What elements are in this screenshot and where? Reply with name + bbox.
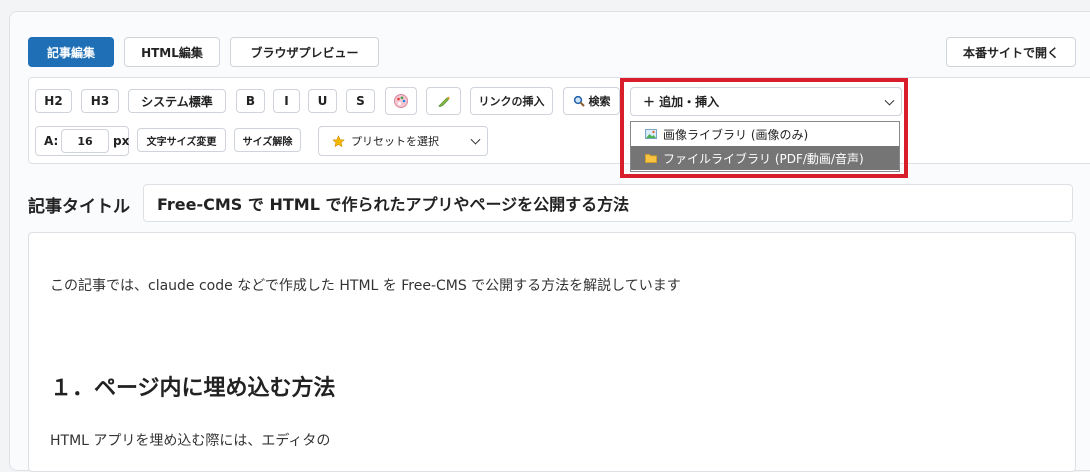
insert-link-button[interactable]: リンクの挿入	[470, 87, 553, 115]
add-insert-select[interactable]: ＋ 追加・挿入	[630, 87, 902, 116]
search-button[interactable]: 検索	[563, 87, 620, 115]
dropdown-item-image-library[interactable]: 画像ライブラリ (画像のみ)	[631, 122, 899, 146]
text-color-button[interactable]	[385, 87, 417, 115]
add-insert-dropdown: 画像ライブラリ (画像のみ) ファイルライブラリ (PDF/動画/音声)	[630, 121, 900, 172]
h2-button[interactable]: H2	[35, 89, 72, 113]
dropdown-item-label: 画像ライブラリ (画像のみ)	[663, 127, 809, 142]
chevron-down-icon	[884, 95, 895, 106]
folder-icon	[645, 154, 657, 163]
dropdown-item-file-library[interactable]: ファイルライブラリ (PDF/動画/音声)	[631, 146, 899, 170]
preset-select[interactable]: プリセットを選択	[318, 126, 488, 156]
palette-icon	[394, 94, 408, 108]
highlight-button[interactable]	[426, 87, 461, 115]
change-font-size-button[interactable]: 文字サイズ変更	[137, 128, 226, 152]
title-input[interactable]: Free-CMS で HTML で作られたアプリやページを公開する方法	[143, 184, 1073, 222]
pen-icon	[437, 96, 450, 107]
underline-button[interactable]: U	[308, 89, 337, 113]
browser-preview-tab[interactable]: ブラウザプレビュー	[230, 37, 379, 67]
strikethrough-button[interactable]: S	[346, 89, 375, 113]
article-edit-tab[interactable]: 記事編集	[28, 37, 114, 67]
chevron-down-icon	[470, 134, 481, 145]
content-editor[interactable]: この記事では、claude code などで作成した HTML を Free-C…	[28, 232, 1076, 472]
dropdown-item-label: ファイルライブラリ (PDF/動画/音声)	[663, 151, 864, 166]
font-family-button[interactable]: システム標準	[128, 89, 226, 113]
search-icon	[573, 95, 585, 107]
italic-button[interactable]: I	[273, 89, 300, 113]
preset-select-label: プリセットを選択	[351, 135, 439, 148]
title-label: 記事タイトル	[28, 197, 130, 217]
bold-button[interactable]: B	[236, 89, 265, 113]
paragraph: この記事では、claude code などで作成した HTML を Free-C…	[50, 278, 681, 294]
paragraph: HTML アプリを埋め込む際には、エディタの	[50, 433, 331, 449]
section-heading: １．ページ内に埋め込む方法	[50, 376, 336, 401]
clear-size-button[interactable]: サイズ解除	[234, 128, 301, 152]
search-label: 検索	[588, 95, 611, 108]
font-size-unit: px	[113, 134, 130, 148]
open-live-site-button[interactable]: 本番サイトで開く	[946, 37, 1076, 67]
image-icon	[645, 129, 657, 139]
html-edit-tab[interactable]: HTML編集	[124, 37, 220, 67]
h3-button[interactable]: H3	[81, 89, 119, 113]
star-icon	[332, 134, 345, 147]
font-size-label: A:	[44, 134, 59, 148]
add-insert-label: ＋ 追加・挿入	[643, 95, 720, 109]
font-size-input[interactable]: 16	[61, 129, 109, 153]
